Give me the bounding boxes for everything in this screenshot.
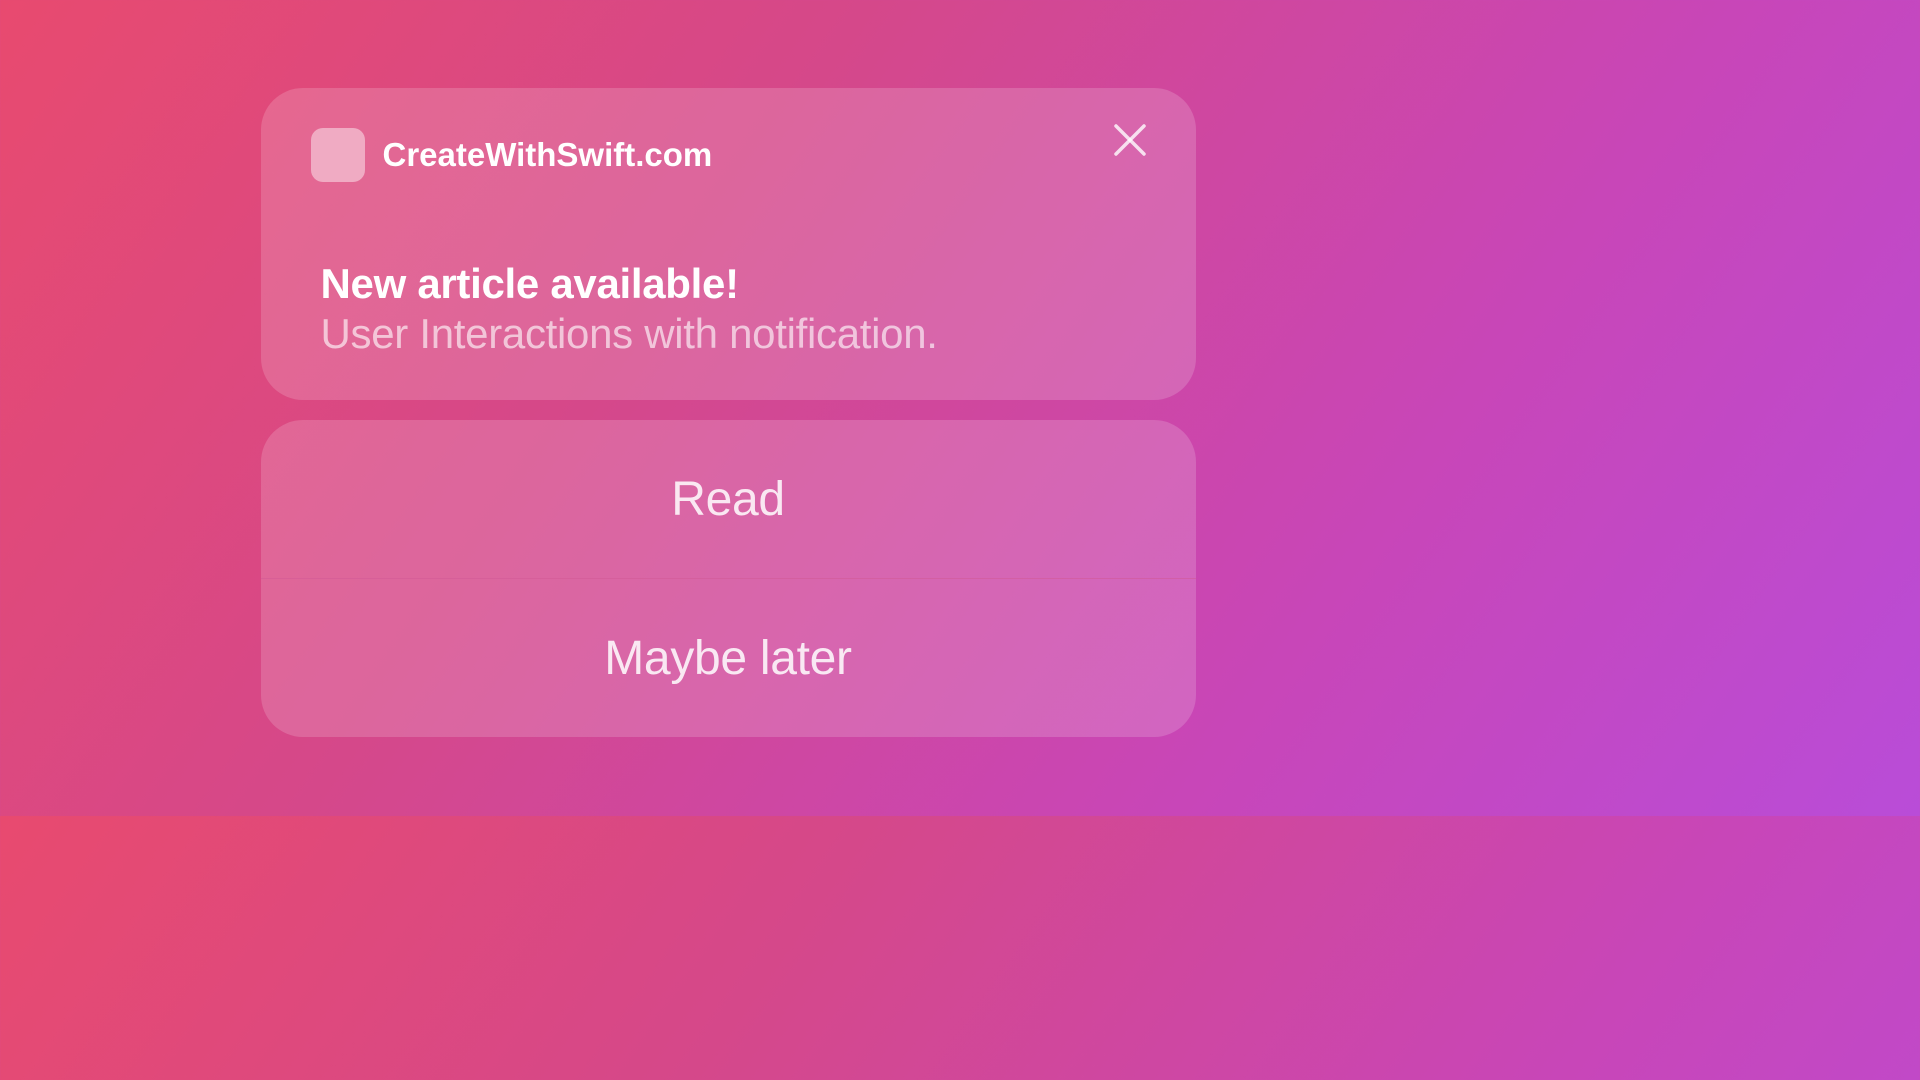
notification-subtitle: User Interactions with notification. [321,310,1146,358]
maybe-later-button[interactable]: Maybe later [261,579,1196,737]
app-name-label: CreateWithSwift.com [383,136,713,174]
notification-card: CreateWithSwift.com New article availabl… [261,88,1196,400]
notification-actions: Read Maybe later [261,420,1196,737]
read-button[interactable]: Read [261,420,1196,578]
notification-header: CreateWithSwift.com [311,128,1146,182]
notification-body: New article available! User Interactions… [311,260,1146,358]
close-button[interactable] [1110,120,1150,160]
notification-title: New article available! [321,260,1146,308]
app-icon [311,128,365,182]
close-icon [1110,120,1150,160]
